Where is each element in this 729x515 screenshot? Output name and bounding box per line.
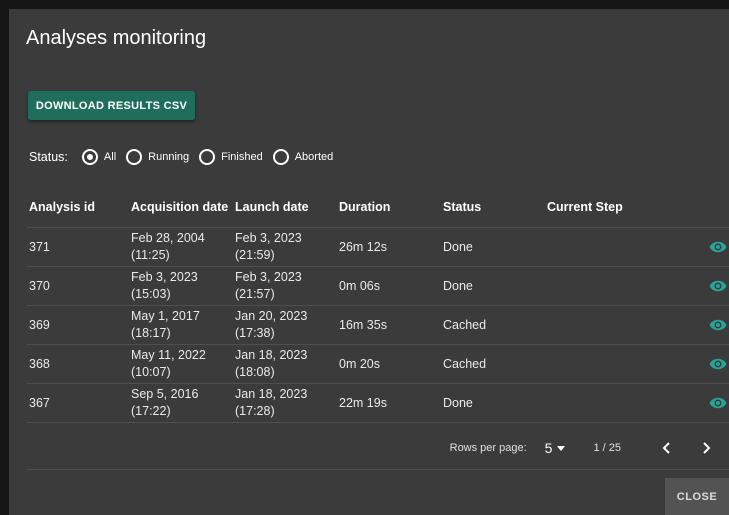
eye-icon[interactable]: [709, 280, 727, 292]
radio-unchecked-icon[interactable]: [199, 149, 216, 165]
launch-time-text: (21:57): [235, 287, 275, 301]
eye-icon[interactable]: [709, 358, 727, 370]
cell-status: Done: [443, 279, 473, 293]
status-radio-running[interactable]: Running: [126, 149, 193, 165]
radio-label: Running: [148, 151, 190, 163]
launch-date-text: Jan 18, 2023: [235, 348, 308, 362]
table-header: Analysis id Acquisition date Launch date…: [27, 187, 729, 228]
cell-actions: [651, 397, 729, 409]
column-header-duration[interactable]: Duration: [339, 200, 443, 214]
radio-label: All: [103, 151, 117, 163]
cell-duration: 16m 35s: [339, 318, 387, 332]
acquisition-date-text: May 1, 2017: [131, 309, 200, 323]
cell-duration: 0m 20s: [339, 357, 380, 371]
table-row[interactable]: 368 May 11, 2022 (10:07) Jan 18, 2023 (18:…: [27, 345, 729, 384]
status-radio-finished[interactable]: Finished: [199, 149, 267, 165]
cell-analysis-id: 369: [29, 318, 50, 332]
cell-status: Cached: [443, 318, 487, 332]
cell-acquisition-date: May 11, 2022 (10:07): [131, 347, 235, 381]
table-row[interactable]: 370 Feb 3, 2023 (15:03) Feb 3, 2023 (21:57…: [27, 267, 729, 306]
status-filter-label: Status:: [29, 150, 68, 164]
table-row[interactable]: 371 Feb 28, 2004 (11:25) Feb 3, 2023 (21:5…: [27, 228, 729, 267]
acquisition-time-text: (15:03): [131, 287, 171, 301]
acquisition-date-text: May 11, 2022: [131, 348, 206, 362]
eye-icon[interactable]: [709, 397, 727, 409]
cell-acquisition-date: Feb 3, 2023 (15:03): [131, 269, 235, 303]
radio-unchecked-icon[interactable]: [272, 149, 289, 165]
acquisition-date-text: Feb 3, 2023: [131, 270, 198, 284]
acquisition-date-text: Sep 5, 2016: [131, 387, 199, 401]
cell-status: Done: [443, 396, 473, 410]
rows-per-page-select[interactable]: 5: [545, 440, 566, 456]
radio-checked-icon[interactable]: [81, 149, 98, 165]
status-radio-aborted[interactable]: Aborted: [272, 149, 338, 165]
cell-analysis-id: 367: [29, 396, 50, 410]
status-radio-all[interactable]: All: [81, 149, 120, 165]
acquisition-date-text: Feb 28, 2004: [131, 231, 205, 245]
chevron-left-icon: [662, 442, 670, 454]
radio-label: Finished: [221, 151, 263, 163]
cell-launch-date: Feb 3, 2023 (21:57): [235, 269, 339, 303]
cell-actions: [651, 319, 729, 331]
column-header-launch-date[interactable]: Launch date: [235, 199, 339, 216]
launch-time-text: (17:28): [235, 404, 275, 418]
table-pagination: Rows per page: 5 1 / 25: [27, 427, 729, 470]
status-filter: Status: All Running Finished Aborted: [29, 147, 343, 167]
cell-actions: [651, 280, 729, 292]
column-header-current-step[interactable]: Current Step: [547, 200, 651, 214]
cell-launch-date: Jan 20, 2023 (17:38): [235, 308, 339, 342]
launch-date-text: Feb 3, 2023: [235, 231, 302, 245]
cell-analysis-id: 371: [29, 240, 50, 254]
cell-status: Done: [443, 240, 473, 254]
cell-acquisition-date: Sep 5, 2016 (17:22): [131, 386, 235, 420]
rows-per-page-value: 5: [544, 440, 553, 456]
cell-launch-date: Feb 3, 2023 (21:59): [235, 230, 339, 264]
chevron-right-icon: [702, 442, 710, 454]
dropdown-caret-icon: [557, 445, 566, 451]
cell-duration: 26m 12s: [339, 240, 387, 254]
table-row[interactable]: 369 May 1, 2017 (18:17) Jan 20, 2023 (17:3…: [27, 306, 729, 345]
acquisition-time-text: (17:22): [131, 404, 171, 418]
dialog-title: Analyses monitoring: [26, 27, 207, 49]
cell-launch-date: Jan 18, 2023 (18:08): [235, 347, 339, 381]
close-button[interactable]: CLOSE: [665, 478, 729, 515]
launch-time-text: (21:59): [235, 248, 275, 262]
acquisition-time-text: (10:07): [131, 365, 171, 379]
download-results-csv-button[interactable]: DOWNLOAD RESULTS CSV: [28, 91, 195, 120]
eye-icon[interactable]: [709, 241, 727, 253]
cell-analysis-id: 368: [29, 357, 50, 371]
table-row[interactable]: 367 Sep 5, 2016 (17:22) Jan 18, 2023 (17:2…: [27, 384, 729, 423]
launch-date-text: Jan 18, 2023: [235, 387, 308, 401]
radio-unchecked-icon[interactable]: [126, 149, 143, 165]
analyses-monitoring-dialog: Analyses monitoring DOWNLOAD RESULTS CSV…: [9, 9, 729, 515]
rows-per-page-label: Rows per page:: [449, 442, 527, 454]
cell-acquisition-date: Feb 28, 2004 (11:25): [131, 230, 235, 264]
acquisition-time-text: (18:17): [131, 326, 171, 340]
column-header-analysis-id[interactable]: Analysis id: [27, 200, 131, 214]
column-header-status[interactable]: Status: [443, 200, 547, 214]
launch-date-text: Jan 20, 2023: [235, 309, 308, 323]
cell-actions: [651, 241, 729, 253]
cell-launch-date: Jan 18, 2023 (17:28): [235, 386, 339, 420]
acquisition-time-text: (11:25): [131, 248, 170, 262]
previous-page-button[interactable]: [657, 439, 675, 457]
launch-date-text: Feb 3, 2023: [235, 270, 302, 284]
cell-actions: [651, 358, 729, 370]
eye-icon[interactable]: [709, 319, 727, 331]
launch-time-text: (17:38): [235, 326, 275, 340]
cell-duration: 0m 06s: [339, 279, 380, 293]
launch-time-text: (18:08): [235, 365, 275, 379]
cell-duration: 22m 19s: [339, 396, 387, 410]
page-indicator: 1 / 25: [593, 442, 621, 454]
analyses-table: Analysis id Acquisition date Launch date…: [27, 187, 729, 423]
cell-status: Cached: [443, 357, 487, 371]
radio-label: Aborted: [294, 151, 334, 163]
cell-analysis-id: 370: [29, 279, 50, 293]
next-page-button[interactable]: [697, 439, 715, 457]
cell-acquisition-date: May 1, 2017 (18:17): [131, 308, 235, 342]
column-header-acquisition-date[interactable]: Acquisition date: [131, 199, 235, 216]
